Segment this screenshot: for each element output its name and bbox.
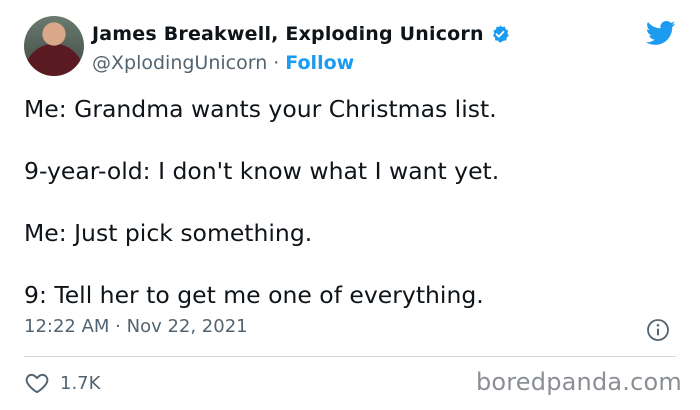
tweet-line: 9-year-old: I don't know what I want yet… [24,157,500,185]
avatar[interactable] [24,16,84,76]
heart-icon[interactable] [24,370,50,396]
handle[interactable]: @XplodingUnicorn [92,52,267,74]
follow-link[interactable]: Follow [285,52,354,74]
watermark: boredpanda.com [475,368,682,396]
separator: · [273,52,280,74]
tweet-timestamp[interactable]: 12:22 AM · Nov 22, 2021 [24,316,248,337]
tweet-text: Me: Grandma wants your Christmas list. 9… [24,92,674,340]
like-count: 1.7K [60,372,101,394]
like-button[interactable]: 1.7K [24,370,100,396]
tweet-line: Me: Just pick something. [24,219,313,247]
twitter-bird-icon[interactable] [646,18,676,48]
tweet-line: Me: Grandma wants your Christmas list. [24,95,497,123]
name-row: James Breakwell, Exploding Unicorn [92,20,510,48]
divider [24,356,676,357]
handle-row: @XplodingUnicorn · Follow [92,50,510,76]
info-icon[interactable] [646,318,670,342]
verified-badge-icon [492,25,509,43]
display-name[interactable]: James Breakwell, Exploding Unicorn [92,23,484,45]
tweet-line: 9: Tell her to get me one of everything. [24,281,484,309]
tweet-header: James Breakwell, Exploding Unicorn @Xplo… [92,20,510,76]
